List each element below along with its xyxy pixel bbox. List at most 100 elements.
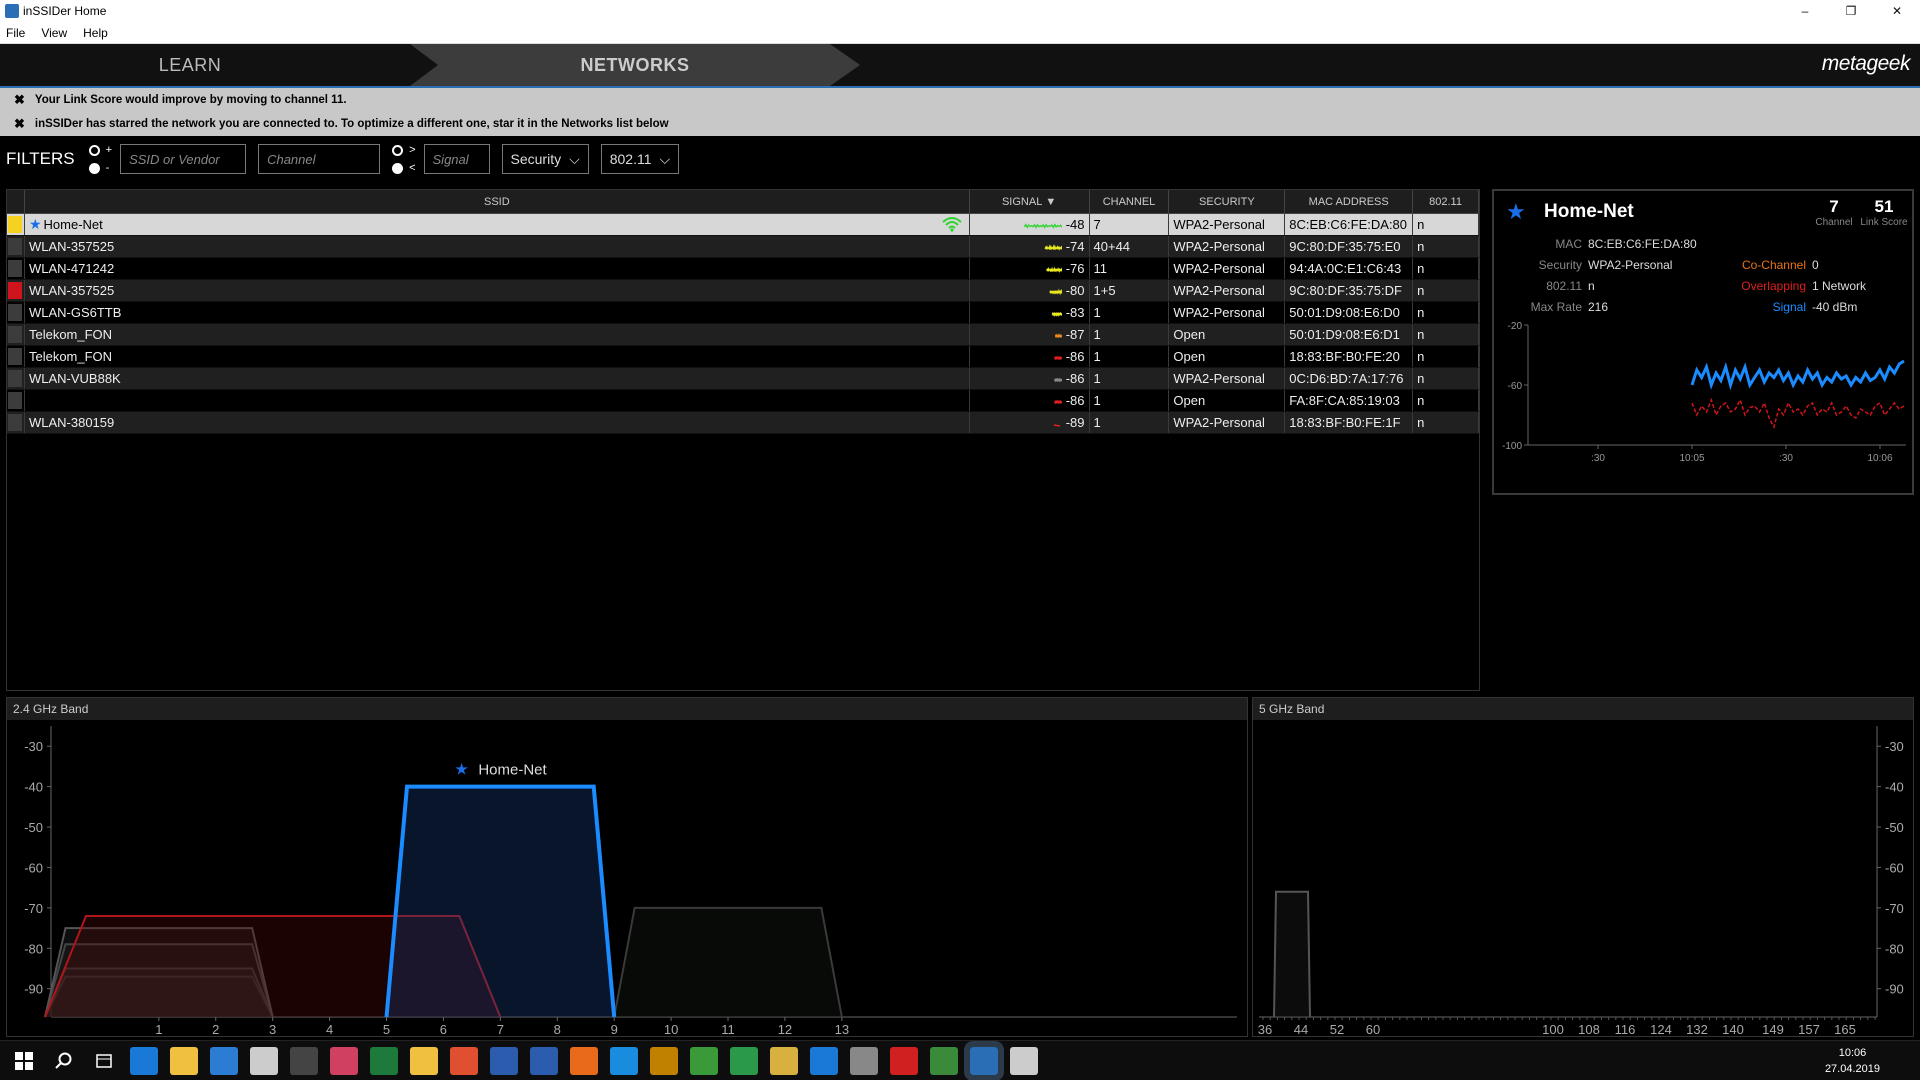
max-rate-value: 216 — [1588, 300, 1609, 314]
app-icon[interactable] — [330, 1047, 358, 1075]
app-icon[interactable] — [930, 1047, 958, 1075]
standard-filter-select[interactable]: 802.11 ⌵ — [600, 144, 680, 174]
channel-cell: 1+5 — [1090, 280, 1170, 301]
table-row[interactable]: WLAN-471242 -76 11 WPA2-Personal 94:4A:0C:E1… — [7, 258, 1479, 280]
network-color-swatch[interactable] — [8, 238, 23, 255]
greater-radio[interactable] — [392, 144, 404, 156]
table-row[interactable]: Telekom_FON -86 1 Open 18:83:BF:B0:FE:20 n — [7, 346, 1479, 368]
minimize-button[interactable]: – — [1782, 0, 1828, 22]
channel-header[interactable]: CHANNEL — [1090, 190, 1170, 213]
settings-icon[interactable] — [250, 1047, 278, 1075]
network-color-swatch[interactable] — [8, 348, 23, 365]
explorer-icon[interactable] — [170, 1047, 198, 1075]
app-icon[interactable] — [890, 1047, 918, 1075]
signal-header[interactable]: SIGNAL ▼ — [970, 190, 1090, 213]
table-row[interactable]: ★ Home-Net -48 7 WPA2-Personal 8C:EB:C6:FE:DA… — [7, 214, 1479, 236]
color-cell[interactable] — [7, 214, 25, 235]
signal-value: -86 — [1065, 371, 1085, 386]
table-row[interactable]: Telekom_FON -87 1 Open 50:01:D9:08:E6:D1 n — [7, 324, 1479, 346]
channel-filter-input[interactable]: Channel — [258, 144, 381, 174]
table-row[interactable]: WLAN-357525 -80 1+5 WPA2-Personal 9C:80:DF:3… — [7, 280, 1479, 302]
excel-icon[interactable] — [370, 1047, 398, 1075]
windows-start-icon[interactable] — [10, 1047, 38, 1075]
network-color-swatch[interactable] — [8, 282, 23, 299]
y-tick-label: -70 — [1885, 901, 1904, 916]
ssid-cell: WLAN-GS6TTB — [25, 302, 970, 323]
color-cell[interactable] — [7, 390, 25, 411]
signal-cell: -80 — [970, 280, 1090, 301]
table-row[interactable]: WLAN-VUB88K -86 1 WPA2-Personal 0C:D6:BD:7A:… — [7, 368, 1479, 390]
word-icon[interactable] — [530, 1047, 558, 1075]
color-cell[interactable] — [7, 302, 25, 323]
color-cell[interactable] — [7, 368, 25, 389]
tab-networks[interactable]: NETWORKS — [410, 44, 860, 86]
calculator-icon[interactable] — [290, 1047, 318, 1075]
ssid-header[interactable]: SSID — [25, 190, 970, 213]
dismiss-icon[interactable]: ✖ — [14, 116, 25, 132]
exclude-radio[interactable] — [88, 162, 100, 174]
dismiss-icon[interactable]: ✖ — [14, 92, 25, 108]
network-color-swatch[interactable] — [8, 414, 23, 431]
table-row[interactable]: -86 1 Open FA:8F:CA:85:19:03 n — [7, 390, 1479, 412]
network-color-swatch[interactable] — [8, 260, 23, 277]
table-row[interactable]: WLAN-380159 -89 1 WPA2-Personal 18:83:BF:B0:… — [7, 412, 1479, 434]
app-icon[interactable] — [1010, 1047, 1038, 1075]
search-icon[interactable] — [50, 1047, 78, 1075]
system-clock[interactable]: 10:06 27.04.2019 — [1825, 1045, 1880, 1077]
app-icon[interactable] — [850, 1047, 878, 1075]
menu-view[interactable]: View — [41, 26, 67, 40]
standard-header[interactable]: 802.11 — [1413, 190, 1480, 213]
edge-icon[interactable] — [130, 1047, 158, 1075]
star-icon[interactable]: ★ — [1506, 199, 1526, 225]
network-color-swatch[interactable] — [8, 216, 23, 233]
security-value: WPA2-Personal — [1588, 258, 1673, 272]
security-cell: WPA2-Personal — [1169, 214, 1286, 235]
menu-file[interactable]: File — [6, 26, 25, 40]
color-cell[interactable] — [7, 324, 25, 345]
menu-help[interactable]: Help — [83, 26, 108, 40]
less-radio[interactable] — [392, 162, 404, 174]
ie-icon[interactable] — [810, 1047, 838, 1075]
signal-sparkline — [1023, 222, 1062, 229]
security-filter-select[interactable]: Security ⌵ — [501, 144, 589, 174]
firefox-icon[interactable] — [570, 1047, 598, 1075]
app-icon[interactable] — [770, 1047, 798, 1075]
app-icon[interactable] — [650, 1047, 678, 1075]
restore-button[interactable]: ❐ — [1828, 0, 1874, 22]
star-icon[interactable]: ★ — [29, 216, 42, 233]
security-header[interactable]: SECURITY — [1169, 190, 1286, 213]
include-radio[interactable] — [88, 144, 100, 156]
table-row[interactable]: WLAN-GS6TTB -83 1 WPA2-Personal 50:01:D9:08:… — [7, 302, 1479, 324]
signal-sparkline — [1053, 398, 1062, 405]
table-row[interactable]: WLAN-357525 -74 40+44 WPA2-Personal 9C:80:DF… — [7, 236, 1479, 258]
color-cell[interactable] — [7, 236, 25, 257]
store-icon[interactable] — [210, 1047, 238, 1075]
network-color-swatch[interactable] — [8, 304, 23, 321]
signal-filter-input[interactable]: Signal — [423, 144, 490, 174]
color-cell[interactable] — [7, 412, 25, 433]
app-icon — [5, 4, 19, 18]
network-color-swatch[interactable] — [8, 326, 23, 343]
ssid-filter-input[interactable]: SSID or Vendor — [120, 144, 247, 174]
folder-icon[interactable] — [410, 1047, 438, 1075]
app-icon[interactable] — [450, 1047, 478, 1075]
app-icon[interactable] — [690, 1047, 718, 1075]
color-cell[interactable] — [7, 280, 25, 301]
tab-learn[interactable]: LEARN — [0, 44, 420, 86]
network-color-swatch[interactable] — [8, 370, 23, 387]
sparkline-path — [1053, 398, 1062, 405]
app-icon[interactable] — [610, 1047, 638, 1075]
y-tick-label: -40 — [1885, 780, 1904, 795]
color-cell[interactable] — [7, 346, 25, 367]
network-color-swatch[interactable] — [8, 392, 23, 409]
close-button[interactable]: ✕ — [1874, 0, 1920, 22]
app-icon[interactable] — [730, 1047, 758, 1075]
color-cell[interactable] — [7, 258, 25, 279]
channel-cell: 1 — [1090, 324, 1170, 345]
signal-value: -86 — [1065, 349, 1085, 364]
x-tick-label: 149 — [1762, 1022, 1784, 1036]
task-view-icon[interactable] — [90, 1047, 118, 1075]
inssider-icon[interactable] — [964, 1041, 1004, 1080]
app-icon[interactable] — [490, 1047, 518, 1075]
mac-header[interactable]: MAC ADDRESS — [1285, 190, 1414, 213]
